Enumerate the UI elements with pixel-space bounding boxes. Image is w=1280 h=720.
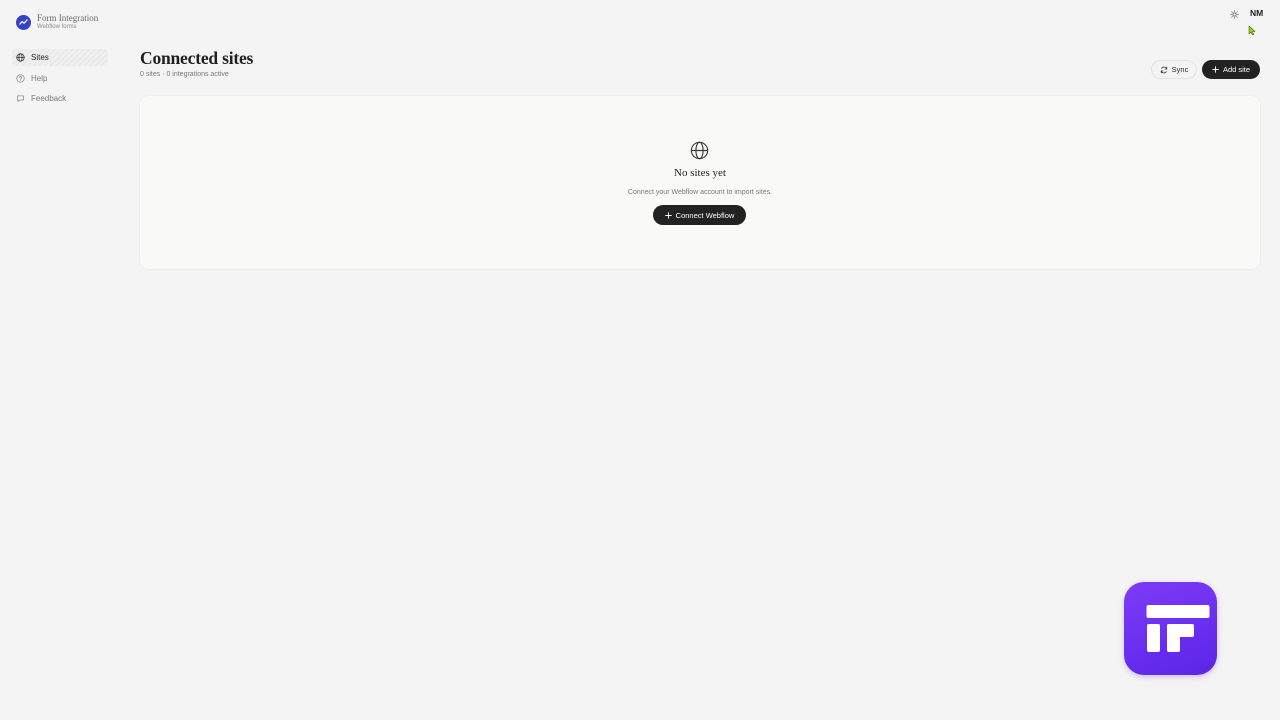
message-icon bbox=[16, 94, 25, 103]
sidebar-item-label: Sites bbox=[31, 53, 49, 62]
page-title: Connected sites bbox=[140, 48, 254, 68]
app-root: Form Integration Webflow forms Sites Hel… bbox=[0, 0, 1280, 720]
globe-icon bbox=[16, 53, 25, 62]
add-site-button[interactable]: Add site bbox=[1202, 60, 1260, 79]
form-app-icon bbox=[1146, 605, 1210, 652]
help-circle-icon bbox=[16, 73, 25, 83]
brand-text: Form Integration Webflow forms bbox=[37, 13, 98, 32]
form-app-launcher[interactable] bbox=[1124, 582, 1217, 675]
empty-state-description: Connect your Webflow account to import s… bbox=[627, 189, 773, 196]
sun-icon bbox=[1229, 9, 1239, 19]
sidebar-item-help[interactable]: Help bbox=[12, 70, 108, 87]
connect-webflow-button-label: Connect Webflow bbox=[675, 210, 735, 220]
refresh-icon bbox=[1160, 66, 1167, 73]
empty-state-title: No sites yet bbox=[674, 167, 726, 179]
brand-logo-icon bbox=[16, 15, 31, 30]
connect-webflow-button[interactable]: Connect Webflow bbox=[653, 205, 746, 225]
sites-card: No sites yet Connect your Webflow accoun… bbox=[140, 96, 1260, 269]
sidebar-item-feedback[interactable]: Feedback bbox=[12, 90, 108, 107]
sidebar-item-label: Feedback bbox=[31, 94, 67, 103]
brand-subtitle: Webflow forms bbox=[37, 24, 77, 30]
page-subtitle: 0 sites · 0 integrations active bbox=[140, 71, 229, 78]
plus-icon bbox=[1212, 66, 1219, 73]
brand[interactable]: Form Integration Webflow forms bbox=[16, 13, 98, 32]
brand-name: Form Integration bbox=[37, 13, 99, 23]
sidebar-item-sites[interactable]: Sites bbox=[12, 49, 108, 66]
mouse-cursor-icon bbox=[1248, 23, 1256, 41]
globe-icon bbox=[690, 141, 709, 160]
sync-button[interactable]: Sync bbox=[1151, 60, 1197, 79]
user-avatar[interactable]: NM bbox=[1250, 8, 1263, 18]
sync-button-label: Sync bbox=[1171, 65, 1189, 74]
sidebar-item-label: Help bbox=[31, 73, 48, 83]
sidebar-nav: Sites Help Feedback bbox=[12, 49, 108, 111]
add-site-button-label: Add site bbox=[1222, 65, 1251, 74]
plus-icon bbox=[664, 211, 672, 219]
theme-toggle-button[interactable] bbox=[1229, 9, 1239, 19]
